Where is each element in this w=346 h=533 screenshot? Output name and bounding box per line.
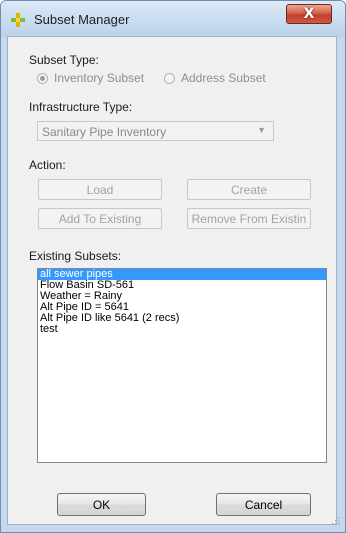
remove-from-existing-button[interactable]: Remove From Existin bbox=[187, 208, 311, 229]
title-bar[interactable]: Subset Manager X bbox=[1, 1, 345, 37]
app-cross-icon bbox=[11, 13, 25, 27]
chevron-down-icon: ▼ bbox=[257, 125, 266, 135]
ok-button[interactable]: OK bbox=[57, 493, 146, 516]
window-title: Subset Manager bbox=[34, 12, 130, 27]
radio-selected-icon bbox=[37, 72, 48, 84]
infrastructure-type-value: Sanitary Pipe Inventory bbox=[42, 125, 167, 139]
address-subset-label: Address Subset bbox=[181, 71, 266, 85]
list-item[interactable]: Alt Pipe ID like 5641 (2 recs) bbox=[38, 313, 326, 324]
infrastructure-type-label: Infrastructure Type: bbox=[29, 100, 133, 114]
infrastructure-type-select[interactable]: Sanitary Pipe Inventory ▼ bbox=[37, 121, 274, 141]
close-icon: X bbox=[303, 6, 315, 22]
create-button[interactable]: Create bbox=[187, 179, 311, 200]
subset-type-label: Subset Type: bbox=[29, 53, 99, 67]
inventory-subset-radio[interactable]: Inventory Subset bbox=[37, 71, 144, 85]
load-button[interactable]: Load bbox=[38, 179, 162, 200]
radio-unselected-icon bbox=[164, 72, 175, 84]
existing-subsets-list[interactable]: all sewer pipes Flow Basin SD-561 Weathe… bbox=[37, 268, 327, 463]
existing-subsets-label: Existing Subsets: bbox=[29, 249, 122, 263]
action-label: Action: bbox=[29, 158, 66, 172]
close-button[interactable]: X bbox=[286, 4, 332, 24]
list-item[interactable]: test bbox=[38, 324, 326, 335]
cancel-button[interactable]: Cancel bbox=[216, 493, 311, 516]
address-subset-radio[interactable]: Address Subset bbox=[164, 71, 266, 85]
resize-grip-icon[interactable] bbox=[330, 515, 340, 525]
add-to-existing-button[interactable]: Add To Existing bbox=[38, 208, 162, 229]
inventory-subset-label: Inventory Subset bbox=[54, 71, 145, 85]
